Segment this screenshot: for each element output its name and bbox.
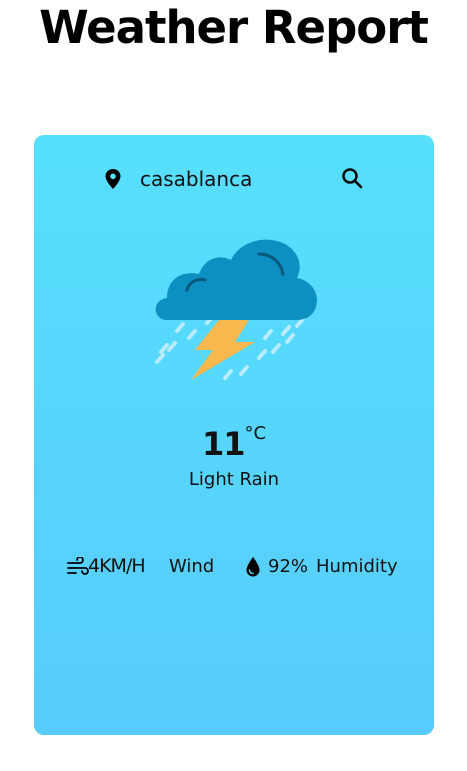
humidity-label: Humidity	[316, 556, 398, 577]
temperature-display: 11°C	[34, 423, 434, 465]
weather-card: 11°C Light Rain 4KM/H Wind 92% Humidity	[34, 135, 434, 735]
search-bar	[34, 165, 434, 193]
temperature-value: 11	[201, 425, 246, 463]
water-drop-icon	[246, 557, 260, 577]
temperature-unit: °C	[244, 423, 267, 444]
thunderstorm-rain-icon	[155, 239, 317, 380]
search-button[interactable]	[339, 166, 365, 192]
page-title: Weather Report	[39, 1, 429, 54]
city-input[interactable]	[140, 165, 330, 193]
wind-icon	[67, 557, 89, 575]
wind-speed-value: 4KM/H	[88, 555, 146, 577]
weather-condition: Light Rain	[188, 469, 280, 490]
humidity-value: 92%	[268, 556, 309, 577]
page: Weather Report casablanca 11°C Light Rai…	[0, 0, 467, 771]
search-icon	[342, 168, 363, 189]
wind-label: Wind	[169, 556, 215, 577]
location-pin-icon	[105, 169, 121, 189]
weather-details: 4KM/H Wind 92% Humidity	[34, 553, 434, 583]
